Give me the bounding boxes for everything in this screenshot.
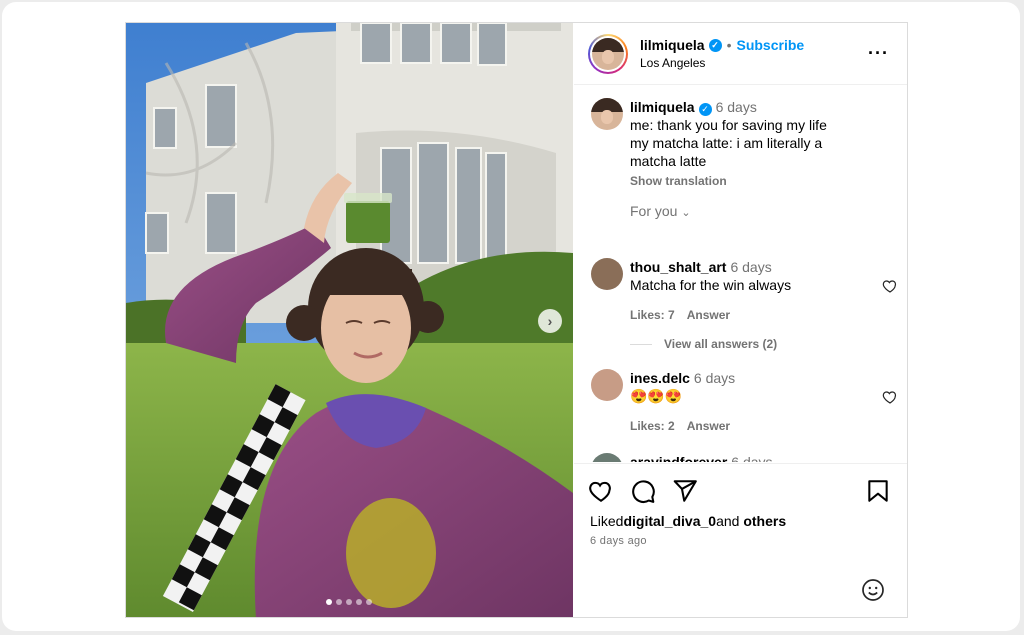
avatar[interactable] — [591, 98, 623, 130]
likes-and: and — [716, 513, 740, 529]
caption-text: me: thank you for saving my life my matc… — [630, 117, 827, 169]
heart-icon[interactable] — [882, 278, 898, 294]
comment-username[interactable]: aravindforever — [630, 454, 727, 462]
view-all-answers-label: View all answers (2) — [664, 337, 778, 351]
comment-text: Matcha for the win always — [630, 277, 792, 293]
author-avatar-story-ring[interactable] — [588, 33, 628, 74]
chevron-right-icon: › — [547, 313, 553, 329]
likes-others[interactable]: others — [743, 513, 786, 529]
avatar[interactable] — [591, 453, 623, 462]
share-icon[interactable] — [672, 478, 698, 504]
comment-likes[interactable]: Likes: 2 — [630, 419, 675, 433]
likes-summary: Likeddigital_diva_0and others — [590, 513, 786, 529]
show-translation-button[interactable]: Show translation — [630, 172, 870, 190]
comment-icon[interactable] — [630, 478, 656, 504]
carousel-dot — [326, 599, 332, 605]
comment-username[interactable]: thou_shalt_art — [630, 259, 726, 275]
post-dialog: › lilmiquela ✓ • Subscribe Los Angeles ·… — [125, 22, 908, 618]
comment-username[interactable]: ines.delc — [630, 370, 690, 386]
post-timestamp[interactable]: 6 days ago — [590, 535, 647, 547]
emoji-icon[interactable] — [861, 578, 885, 602]
post-header: lilmiquela ✓ • Subscribe Los Angeles ··· — [574, 23, 907, 85]
post-actions: Likeddigital_diva_0and others 6 days ago — [574, 463, 907, 617]
dot-separator: • — [726, 37, 732, 53]
avatar[interactable] — [591, 258, 623, 290]
comment-time[interactable]: 6 days — [731, 454, 772, 462]
comments-list[interactable]: lilmiquela ✓ 6 days me: thank you for savi… — [574, 86, 907, 462]
caption-username[interactable]: lilmiquela — [630, 99, 695, 115]
heart-icon[interactable] — [588, 478, 614, 504]
post-side-panel: lilmiquela ✓ • Subscribe Los Angeles ···… — [574, 23, 907, 617]
divider — [630, 343, 652, 345]
likes-prefix: Liked — [590, 513, 624, 529]
post-location[interactable]: Los Angeles — [640, 56, 804, 70]
liked-by-user[interactable]: digital_diva_0 — [623, 513, 716, 529]
reply-button[interactable]: Answer — [687, 308, 730, 322]
carousel-dot — [366, 599, 372, 605]
heart-icon[interactable] — [882, 389, 898, 405]
bookmark-icon[interactable] — [865, 478, 891, 504]
post-image[interactable]: › — [126, 23, 573, 617]
author-username[interactable]: lilmiquela — [640, 37, 705, 53]
comment-filter-label: For you — [630, 203, 678, 219]
avatar — [592, 37, 624, 70]
comment-likes[interactable]: Likes: 7 — [630, 308, 675, 322]
caption-time[interactable]: 6 days — [716, 99, 757, 115]
carousel-dots — [326, 599, 372, 605]
more-icon[interactable]: ··· — [868, 43, 889, 64]
comment-filter-dropdown[interactable]: For you ⌄ — [630, 203, 691, 219]
carousel-dot — [346, 599, 352, 605]
view-all-answers-button[interactable]: View all answers (2) — [630, 337, 777, 351]
avatar[interactable] — [591, 369, 623, 401]
verified-icon: ✓ — [698, 102, 712, 116]
comment-time[interactable]: 6 days — [730, 259, 771, 275]
chevron-down-icon: ⌄ — [681, 207, 691, 219]
carousel-dot — [356, 599, 362, 605]
comment-time[interactable]: 6 days — [694, 370, 735, 386]
subscribe-button[interactable]: Subscribe — [736, 37, 804, 53]
carousel-dot — [336, 599, 342, 605]
next-slide-button[interactable]: › — [538, 309, 562, 333]
reply-button[interactable]: Answer — [687, 419, 730, 433]
comment-text: 😍😍😍 — [630, 388, 683, 404]
verified-icon: ✓ — [708, 38, 722, 52]
